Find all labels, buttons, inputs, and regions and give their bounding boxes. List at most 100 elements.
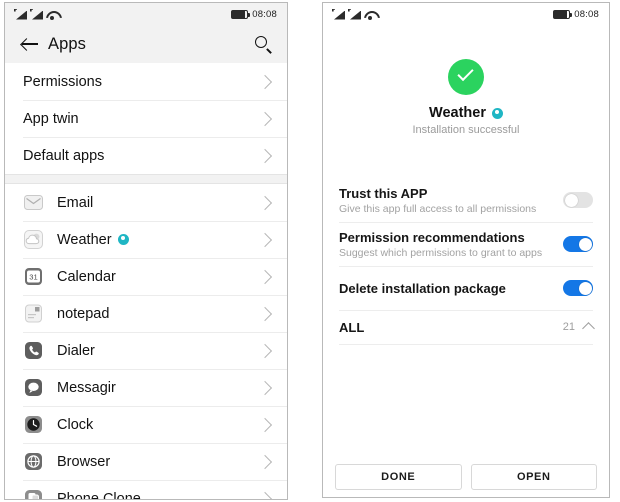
- chevron-right-icon: [257, 417, 273, 432]
- list-item-weather[interactable]: Weather: [5, 221, 287, 258]
- email-icon: [23, 192, 44, 213]
- list-item-calendar[interactable]: 31 Calendar: [5, 258, 287, 295]
- list-item-default-apps[interactable]: Default apps: [5, 137, 287, 174]
- install-settings-block: Trust this APP Give this app full access…: [323, 178, 609, 345]
- signal-bars-icon: [14, 9, 27, 20]
- chevron-right-icon: [257, 74, 273, 89]
- all-label: ALL: [339, 319, 365, 335]
- search-icon[interactable]: [254, 35, 273, 54]
- apps-header: Apps: [5, 25, 287, 63]
- back-arrow-icon[interactable]: [21, 35, 39, 53]
- toggle-knob: [578, 237, 592, 251]
- all-row-divider: [339, 344, 593, 345]
- list-item-messagir[interactable]: Messagir: [5, 369, 287, 406]
- left-phone-panel: 08:08 Apps Permissions App twin Default …: [4, 2, 288, 500]
- status-bar-time: 08:08: [574, 8, 599, 20]
- setting-subtitle: Suggest which permissions to grant to ap…: [339, 246, 543, 259]
- setting-row-delete-installation-package[interactable]: Delete installation package: [339, 266, 593, 310]
- list-item-label: Calendar: [57, 268, 116, 285]
- list-item-permissions[interactable]: Permissions: [5, 63, 287, 100]
- list-item-label: Permissions: [23, 73, 102, 90]
- chevron-right-icon: [257, 491, 273, 499]
- wifi-icon: [46, 10, 58, 20]
- list-item-label: App twin: [23, 110, 79, 127]
- app-badge-icon: [117, 233, 129, 245]
- chevron-right-icon: [257, 269, 273, 284]
- dialer-icon: [23, 340, 44, 361]
- toggle-delete-installation-package[interactable]: [563, 280, 593, 296]
- installed-app-name: Weather: [323, 105, 609, 121]
- svg-text:31: 31: [29, 273, 37, 282]
- list-item-label: Email: [57, 194, 94, 211]
- messages-icon: [23, 377, 44, 398]
- page-title: Apps: [48, 34, 87, 53]
- apps-group: Email Weather 31 Calendar notepad Dialer…: [5, 184, 287, 499]
- clock-icon: [23, 414, 44, 435]
- chevron-right-icon: [257, 454, 273, 469]
- app-badge-icon: [491, 107, 503, 119]
- status-bar-left-icons: [332, 9, 376, 20]
- chevron-right-icon: [257, 111, 273, 126]
- signal-bars-icon-2: [348, 9, 361, 20]
- setting-title: Trust this APP: [339, 185, 428, 201]
- status-bar-right: 08:08: [323, 3, 609, 25]
- calendar-icon: 31: [23, 266, 44, 287]
- list-item-label: Browser: [57, 453, 111, 470]
- signal-bars-icon: [332, 9, 345, 20]
- list-item-label: Messagir: [57, 379, 116, 396]
- status-bar-left: 08:08: [5, 3, 287, 25]
- setting-text: Permission recommendations Suggest which…: [339, 230, 563, 259]
- setting-text: Delete installation package: [339, 281, 563, 296]
- list-item-label: Weather: [57, 232, 260, 248]
- right-phone-panel: 08:08 Weather Installation successful Tr…: [322, 2, 610, 498]
- toggle-knob: [578, 281, 592, 295]
- all-count: 21: [562, 321, 575, 333]
- installed-app-name-text: Weather: [429, 105, 486, 121]
- status-bar-right-icons: 08:08: [553, 9, 599, 20]
- list-item-label: Default apps: [23, 147, 105, 164]
- chevron-up-icon[interactable]: [582, 322, 595, 335]
- setting-row-trust-app[interactable]: Trust this APP Give this app full access…: [339, 178, 593, 222]
- list-item-dialer[interactable]: Dialer: [5, 332, 287, 369]
- chevron-right-icon: [257, 232, 273, 247]
- setting-title: Delete installation package: [339, 280, 506, 296]
- list-item-phone-clone[interactable]: Phone Clone: [5, 480, 287, 499]
- weather-icon: [23, 229, 44, 250]
- list-item-label: Phone Clone: [57, 490, 141, 500]
- apps-list-scroll[interactable]: Permissions App twin Default apps Email …: [5, 63, 287, 499]
- setting-subtitle: Give this app full access to all permiss…: [339, 202, 537, 215]
- setting-title: Permission recommendations: [339, 229, 525, 245]
- list-item-text: Weather: [57, 231, 112, 248]
- all-permissions-row[interactable]: ALL 21: [339, 310, 595, 344]
- toggle-permission-recommendations[interactable]: [563, 236, 593, 252]
- chevron-right-icon: [257, 148, 273, 163]
- install-status-text: Installation successful: [412, 124, 520, 136]
- success-check-icon: [448, 59, 484, 95]
- done-button[interactable]: DONE: [335, 464, 462, 490]
- screenshot-stage: 08:08 Apps Permissions App twin Default …: [0, 0, 620, 502]
- status-bar-time: 08:08: [252, 8, 277, 20]
- chevron-right-icon: [257, 195, 273, 210]
- list-item-app-twin[interactable]: App twin: [5, 100, 287, 137]
- browser-icon: [23, 451, 44, 472]
- settings-group: Permissions App twin Default apps: [5, 63, 287, 174]
- list-item-notepad[interactable]: notepad: [5, 295, 287, 332]
- status-bar-left-icons: [14, 9, 58, 20]
- wifi-icon: [364, 10, 376, 20]
- list-item-browser[interactable]: Browser: [5, 443, 287, 480]
- setting-row-permission-recommendations[interactable]: Permission recommendations Suggest which…: [339, 222, 593, 266]
- signal-bars-icon-2: [30, 9, 43, 20]
- list-item-clock[interactable]: Clock: [5, 406, 287, 443]
- install-spacer: [323, 136, 609, 178]
- notepad-icon: [23, 303, 44, 324]
- status-bar-right-icons: 08:08: [231, 9, 277, 20]
- chevron-right-icon: [257, 343, 273, 358]
- list-item-label: Dialer: [57, 342, 95, 359]
- list-item-label: Clock: [57, 416, 94, 433]
- install-result-header: Weather Installation successful: [323, 25, 609, 136]
- battery-icon: [553, 9, 573, 19]
- phone-clone-icon: [23, 488, 44, 499]
- list-item-email[interactable]: Email: [5, 184, 287, 221]
- toggle-trust-app[interactable]: [563, 192, 593, 208]
- open-button[interactable]: OPEN: [470, 464, 597, 490]
